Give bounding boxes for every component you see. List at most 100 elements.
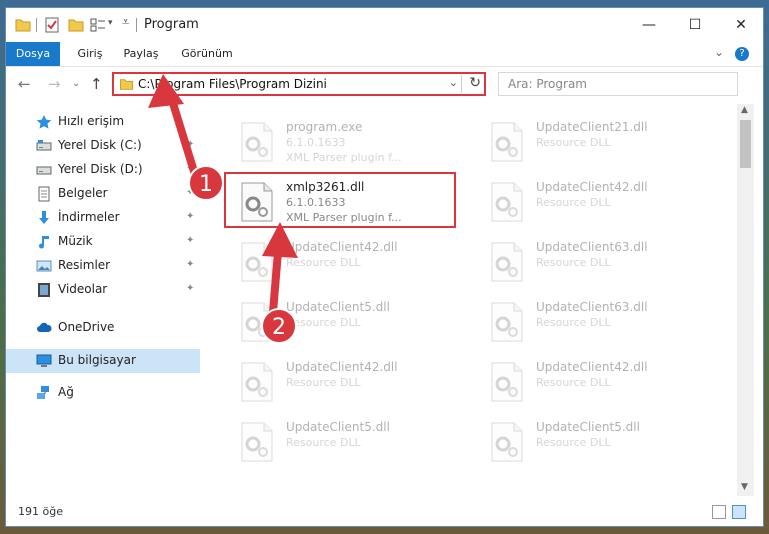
scroll-up-icon[interactable]: ▲ [741, 105, 748, 115]
file-item[interactable]: UpdateClient5.dll Resource DLL [224, 412, 456, 468]
address-path[interactable]: C:\Program Files\Program Dizini [138, 77, 327, 91]
new-folder-icon[interactable] [68, 17, 84, 33]
pin-icon[interactable]: ✦ [186, 139, 194, 150]
customize-qa-icon[interactable]: ⩡ [122, 15, 129, 30]
pin-icon[interactable]: ✦ [186, 187, 194, 198]
forward-button[interactable]: → [48, 75, 61, 93]
document-icon [38, 186, 50, 202]
title-bar: ▾ ⩡ Program — ☐ ✕ [6, 8, 763, 42]
dll-file-icon [491, 362, 523, 402]
sidebar-item-music[interactable]: Müzik ✦ [6, 230, 200, 254]
file-version: 6.1.0.1633 [286, 196, 346, 209]
file-item[interactable]: UpdateClient42.dll Resource DLL [224, 232, 456, 288]
large-icons-view-button[interactable] [732, 505, 746, 519]
tab-home[interactable]: Giriş [70, 42, 110, 66]
maximize-button[interactable]: ☐ [672, 12, 718, 38]
file-item[interactable]: UpdateClient5.dll Resource DLL [224, 292, 456, 348]
file-description: Resource DLL [286, 316, 361, 329]
vertical-scrollbar[interactable]: ▲ ▼ [737, 104, 754, 496]
sidebar-item-pictures[interactable]: Resimler ✦ [6, 254, 200, 278]
sidebar-item-label: Yerel Disk (D:) [58, 162, 143, 176]
properties-icon[interactable] [44, 17, 60, 33]
sidebar-item-videos[interactable]: Videolar ✦ [6, 278, 200, 302]
tab-share[interactable]: Paylaş [118, 42, 164, 66]
pin-icon[interactable]: ✦ [186, 235, 194, 246]
up-button[interactable]: ↑ [90, 75, 103, 93]
search-box[interactable]: Ara: Program [498, 72, 738, 96]
scroll-thumb[interactable] [740, 120, 751, 168]
file-item[interactable]: program.exe 6.1.0.1633 XML Parser plugin f… [224, 112, 456, 168]
folder-icon[interactable] [15, 17, 31, 33]
computer-icon [36, 354, 52, 367]
file-item[interactable]: UpdateClient42.dll Resource DLL [224, 352, 456, 408]
view-options-icon[interactable] [90, 17, 106, 33]
details-view-button[interactable] [712, 505, 726, 519]
file-description: Resource DLL [286, 436, 361, 449]
file-name: UpdateClient42.dll [536, 180, 648, 194]
picture-icon [36, 260, 52, 272]
pin-icon[interactable]: ✦ [186, 163, 194, 174]
address-dropdown-icon[interactable]: ⌄ [449, 76, 458, 89]
file-list: program.exe 6.1.0.1633 XML Parser plugin f… [216, 104, 734, 494]
file-name: program.exe [286, 120, 363, 134]
file-name: UpdateClient5.dll [536, 420, 640, 434]
sidebar-item-label: Belgeler [58, 186, 108, 200]
file-description: XML Parser plugin f... [286, 211, 402, 224]
dll-file-icon [491, 182, 523, 222]
help-icon[interactable]: ? [735, 47, 749, 61]
file-item[interactable]: UpdateClient42.dll Resource DLL [474, 172, 706, 228]
ribbon-collapse-icon[interactable]: ⌄ [714, 45, 724, 59]
file-name: UpdateClient5.dll [286, 420, 390, 434]
download-icon [39, 211, 49, 224]
sidebar-item-onedrive[interactable]: OneDrive [6, 316, 200, 340]
close-button[interactable]: ✕ [718, 12, 764, 38]
status-bar: 191 öğe [6, 500, 763, 526]
sidebar-item-label: Hızlı erişim [58, 114, 125, 128]
sidebar-item-downloads[interactable]: İndirmeler ✦ [6, 206, 200, 230]
pin-icon[interactable]: ✦ [186, 283, 194, 294]
tab-view[interactable]: Görünüm [176, 42, 238, 66]
tab-file[interactable]: Dosya [6, 42, 60, 66]
scroll-down-icon[interactable]: ▼ [741, 482, 748, 492]
qa-dropdown-icon[interactable]: ▾ [108, 18, 113, 28]
dll-file-icon [491, 422, 523, 462]
minimize-button[interactable]: — [626, 12, 672, 38]
file-description: Resource DLL [536, 316, 611, 329]
sidebar-item-network[interactable]: Ağ [6, 381, 200, 405]
ribbon-tabs: Dosya Giriş Paylaş Görünüm ⌄ ? [6, 42, 763, 67]
file-item[interactable]: UpdateClient21.dll Resource DLL [474, 112, 706, 168]
file-name: UpdateClient21.dll [536, 120, 648, 134]
file-item[interactable]: UpdateClient63.dll Resource DLL [474, 232, 706, 288]
file-item[interactable]: UpdateClient42.dll Resource DLL [474, 352, 706, 408]
file-name: UpdateClient42.dll [286, 360, 398, 374]
search-placeholder[interactable]: Ara: Program [508, 77, 587, 91]
sidebar-item-quick-access[interactable]: Hızlı erişim [6, 110, 200, 134]
file-item[interactable]: xmlp3261.dll 6.1.0.1633 XML Parser plugin … [224, 172, 456, 228]
file-version: 6.1.0.1633 [286, 136, 346, 149]
file-item[interactable]: UpdateClient63.dll Resource DLL [474, 292, 706, 348]
network-icon [37, 386, 49, 399]
file-name: xmlp3261.dll [286, 180, 365, 194]
sidebar-item-local-disk-c[interactable]: Yerel Disk (C:) ✦ [6, 134, 200, 158]
sidebar-item-label: Müzik [58, 234, 93, 248]
video-icon [38, 283, 50, 297]
refresh-button[interactable]: ↻ [469, 75, 481, 91]
file-name: UpdateClient42.dll [536, 360, 648, 374]
sidebar-item-documents[interactable]: Belgeler ✦ [6, 182, 200, 206]
recent-dropdown-icon[interactable]: ⌄ [72, 78, 80, 89]
address-bar[interactable]: C:\Program Files\Program Dizini ⌄ ↻ [112, 72, 486, 96]
back-button[interactable]: ← [18, 75, 31, 93]
dll-file-icon [491, 242, 523, 282]
cloud-icon [37, 322, 52, 332]
file-item[interactable]: UpdateClient5.dll Resource DLL [474, 412, 706, 468]
file-name: UpdateClient5.dll [286, 300, 390, 314]
qa-separator [36, 18, 37, 32]
sidebar-item-this-pc[interactable]: Bu bilgisayar [6, 349, 200, 373]
drive-icon [36, 166, 52, 175]
pin-icon[interactable]: ✦ [186, 259, 194, 270]
sidebar-item-label: Bu bilgisayar [58, 353, 136, 367]
sidebar-item-label: Yerel Disk (C:) [58, 138, 142, 152]
sidebar-item-local-disk-d[interactable]: Yerel Disk (D:) ✦ [6, 158, 200, 182]
file-description: Resource DLL [536, 196, 611, 209]
pin-icon[interactable]: ✦ [186, 211, 194, 222]
